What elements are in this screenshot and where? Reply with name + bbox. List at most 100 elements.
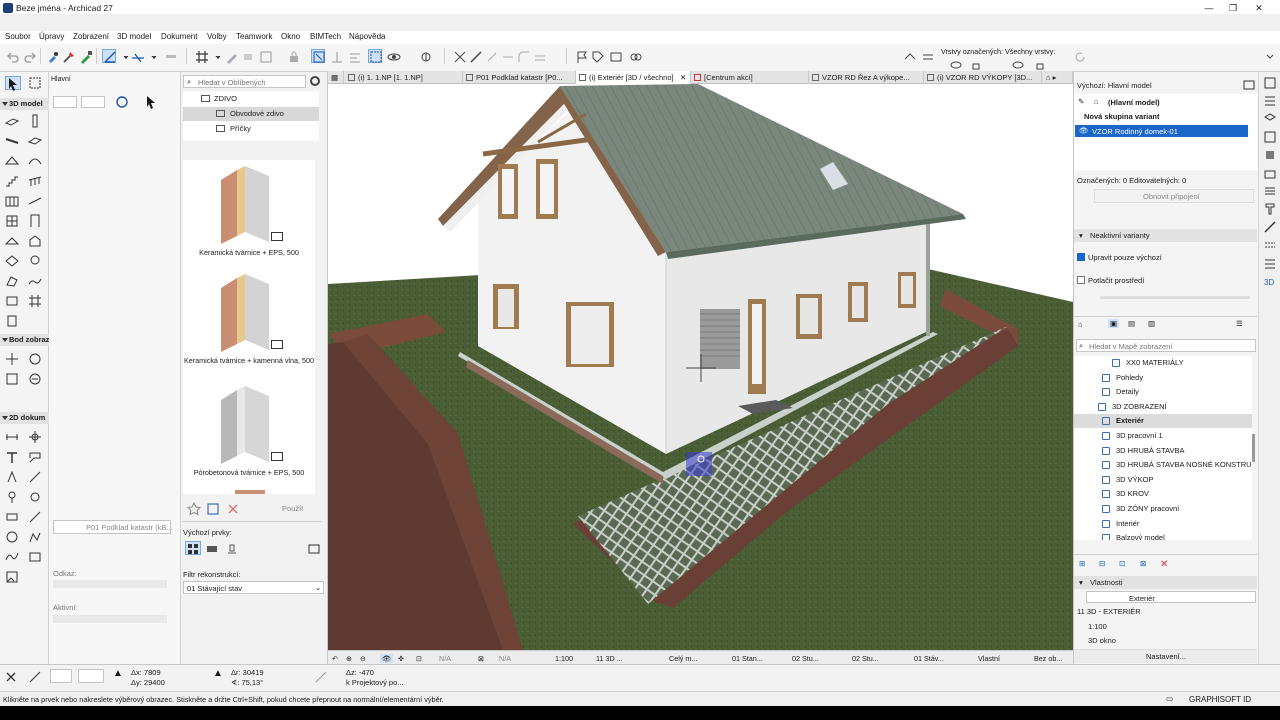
view-map-item[interactable]: XX0 MATERIÁLY — [1074, 356, 1252, 370]
rotate-icon[interactable] — [115, 95, 131, 109]
tab-list-icon[interactable]: ▦ — [328, 71, 344, 84]
tag-icon[interactable] — [590, 49, 604, 63]
slab-tool-icon[interactable] — [27, 134, 44, 148]
arrow-select-icon[interactable] — [144, 95, 160, 109]
settings-button[interactable]: Nastavení... — [1074, 649, 1257, 663]
panel-settings-icon[interactable] — [1242, 78, 1258, 92]
environment-slider[interactable] — [1100, 296, 1250, 299]
gear-icon[interactable] — [308, 74, 324, 88]
structure-select-2[interactable]: 02 Stu... — [852, 654, 879, 663]
view-name-field[interactable]: Exteriér — [1086, 591, 1256, 603]
settings-icon[interactable] — [141, 540, 157, 554]
angle-value[interactable]: ∢: 75,13° — [231, 678, 263, 687]
graphisoft-id-link[interactable]: GRAPHISOFT ID — [1189, 695, 1251, 704]
layout-book-icon[interactable]: ▤ — [1128, 319, 1135, 328]
menu-file[interactable]: Soubor — [5, 32, 31, 41]
3d-viewport[interactable] — [328, 84, 1073, 650]
renovation-state-select[interactable]: 01 Stáv... — [914, 654, 944, 663]
line-tool-icon[interactable] — [28, 470, 44, 484]
layers-panel-icon[interactable] — [1263, 112, 1279, 126]
eye-icon[interactable] — [948, 57, 962, 71]
variant-group-item[interactable]: Nová skupina variant — [1084, 112, 1159, 121]
menu-window[interactable]: Okno — [281, 32, 300, 41]
tab-floorplan[interactable]: (i) 1. 1.NP [1. 1.NP] — [345, 71, 463, 84]
navigator-search-input[interactable]: ⌕ Hledat v Mapě zobrazení — [1076, 339, 1256, 352]
rotate-tool-icon[interactable] — [5, 510, 21, 524]
layer-combination-icon[interactable] — [920, 49, 934, 63]
zoom-in-icon[interactable]: ⊕ — [346, 654, 352, 663]
overflow-icon[interactable] — [1262, 49, 1276, 63]
arc-tool-icon[interactable] — [5, 530, 21, 544]
beam-grid-tool-icon[interactable] — [28, 294, 44, 308]
close-icon[interactable]: ✕ — [680, 71, 686, 84]
elevation-tool-icon[interactable] — [28, 352, 44, 366]
properties-header[interactable]: ▾ Vlastnosti — [1074, 576, 1257, 589]
interior-elevation-tool-icon[interactable] — [5, 372, 21, 386]
mesh-tool-icon[interactable] — [28, 194, 44, 208]
tab-exterior-3d[interactable]: (i) Exteriér [3D / všechno] ✕ — [576, 71, 691, 84]
morph-tool-icon[interactable] — [5, 274, 21, 288]
add-favorite-icon[interactable] — [206, 502, 222, 516]
eyedropper-icon[interactable] — [78, 49, 92, 64]
lock-icon[interactable] — [286, 49, 300, 63]
redo-icon[interactable] — [22, 49, 36, 63]
refresh-icon[interactable] — [1072, 49, 1086, 63]
print-icon[interactable] — [205, 541, 221, 555]
favorite-item[interactable]: Keramická tvárnice + kamenná vlna, 500 — [183, 270, 315, 378]
undo-view-icon[interactable]: ↶ — [332, 654, 338, 663]
marker-tool-icon[interactable] — [5, 490, 21, 504]
railing-tool-icon[interactable] — [28, 174, 44, 188]
view-map-item[interactable]: 3D HRUBÁ STAVBA — [1074, 444, 1252, 458]
profile-tool-icon[interactable] — [5, 314, 21, 328]
scale-select[interactable]: 1:100 — [555, 654, 573, 663]
view-map-icon[interactable]: ▣ — [1108, 319, 1120, 328]
guide-lines-icon[interactable] — [130, 49, 144, 63]
reconstruction-filter-select[interactable]: 01 Stávající stav ⌄ — [183, 581, 324, 594]
view-map-item[interactable]: Interiér — [1074, 517, 1252, 531]
object-tool-icon[interactable] — [28, 234, 44, 248]
publisher-icon[interactable]: ▥ — [1148, 319, 1155, 328]
reference-slider[interactable] — [53, 580, 167, 588]
lock-icon[interactable] — [968, 57, 982, 71]
stair-tool-icon[interactable] — [5, 174, 21, 188]
lock-icon[interactable] — [1032, 57, 1046, 71]
composites-icon[interactable] — [1263, 184, 1279, 198]
new-folder-icon[interactable]: ⊡ — [1119, 559, 1125, 568]
measure-icon[interactable] — [468, 49, 482, 63]
undo-icon[interactable] — [5, 49, 19, 63]
orbit-view-icon[interactable]: 👁 — [380, 654, 394, 663]
marquee-icon[interactable] — [368, 49, 382, 63]
delta-y-value[interactable]: Δy: 29400 — [131, 678, 165, 687]
circle-tool-icon[interactable] — [28, 510, 44, 524]
override-select[interactable]: Bez ob... — [1034, 654, 1062, 663]
grid-view-icon[interactable] — [185, 541, 201, 555]
view-map-item[interactable]: Exteriér — [1074, 414, 1252, 429]
favorite-item[interactable]: Keramická tvárnice + EPS, 500 — [183, 160, 315, 264]
section-2d-documentation[interactable]: 2D dokum — [0, 412, 49, 424]
align-icon[interactable] — [347, 49, 361, 63]
view-map-item[interactable]: 3D pracovní 1 — [1074, 429, 1252, 443]
sun-icon[interactable] — [418, 49, 432, 63]
menu-document[interactable]: Dokument — [161, 32, 197, 41]
favorite-item[interactable]: Pórobetonová tvárnice + EPS, 500 — [183, 382, 315, 486]
frame-icon[interactable] — [258, 49, 272, 63]
fillet-icon[interactable] — [516, 49, 530, 63]
close-icon[interactable] — [4, 670, 20, 684]
tab-action-center[interactable]: [Centrum akcí] — [691, 71, 809, 84]
beam-tool-icon[interactable] — [5, 134, 21, 148]
clone-view-icon[interactable]: ⊟ — [1099, 559, 1105, 568]
pencil-icon[interactable] — [224, 49, 238, 64]
suspend-groups-icon[interactable] — [311, 49, 325, 63]
project-map-icon[interactable]: ⌂ — [1078, 320, 1083, 329]
opening-tool-icon[interactable] — [5, 294, 21, 308]
favorites-search-input[interactable]: Hledat v Oblíbených ⌕ — [183, 75, 306, 88]
shell-tool-icon[interactable] — [28, 154, 44, 168]
skylight-tool-icon[interactable] — [4, 234, 21, 248]
figure-tool-icon[interactable] — [28, 550, 44, 564]
building-materials-icon[interactable] — [1263, 166, 1279, 180]
view-icon[interactable] — [55, 540, 71, 554]
view-map-item[interactable]: 3D ZÓNY pracovní — [1074, 502, 1252, 516]
tree-folder-pricky[interactable]: Příčky — [183, 122, 319, 136]
view-map-item[interactable]: Pohledy — [1074, 371, 1252, 385]
text-tool-icon[interactable] — [5, 450, 21, 464]
